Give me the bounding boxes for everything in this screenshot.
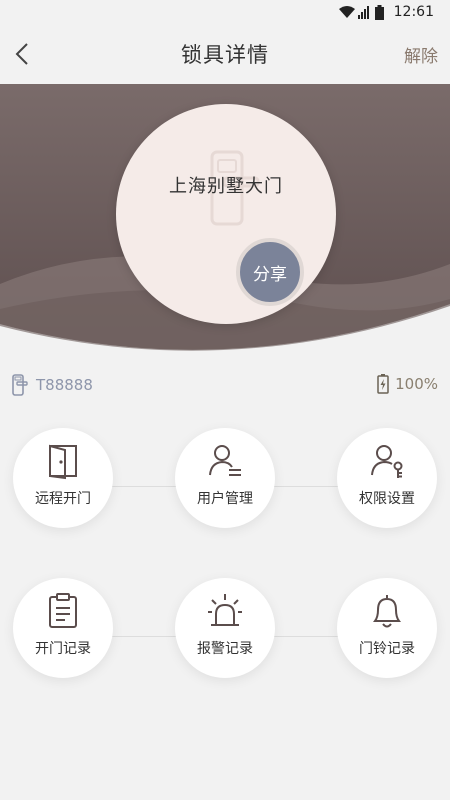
- doorbell-records-button[interactable]: 门铃记录: [337, 578, 437, 678]
- remote-unlock-label: 远程开门: [35, 491, 91, 507]
- wifi-icon: [338, 6, 355, 18]
- status-icons: [338, 4, 384, 20]
- share-button[interactable]: 分享: [236, 238, 304, 306]
- lock-device-icon: [12, 374, 28, 396]
- battery-status-icon: [374, 4, 384, 20]
- unlock-records-button[interactable]: 开门记录: [13, 578, 113, 678]
- unlock-records-label: 开门记录: [35, 641, 91, 657]
- share-label: 分享: [253, 264, 287, 285]
- battery-charging-icon: [377, 374, 389, 394]
- page-title: 锁具详情: [181, 43, 269, 67]
- nav-bar: 锁具详情 解除: [0, 24, 450, 84]
- permission-settings-label: 权限设置: [359, 491, 415, 507]
- user-key-icon: [371, 445, 403, 478]
- alarm-records-label: 报警记录: [197, 641, 253, 657]
- lock-name: 上海别墅大门: [169, 176, 283, 197]
- signal-icon: [357, 6, 369, 19]
- alarm-light-icon: [208, 594, 242, 626]
- alarm-records-button[interactable]: 报警记录: [175, 578, 275, 678]
- user-list-icon: [209, 445, 241, 476]
- user-management-label: 用户管理: [197, 491, 253, 507]
- clipboard-icon: [49, 593, 77, 628]
- device-info-row: T88888 100%: [0, 372, 450, 400]
- unbind-button[interactable]: 解除: [404, 42, 438, 67]
- bell-icon: [373, 595, 401, 628]
- device-id: T88888: [12, 374, 93, 396]
- status-time: 12:61: [393, 4, 434, 20]
- status-bar: 12:61: [0, 0, 450, 24]
- device-id-text: T88888: [36, 376, 93, 394]
- permission-settings-button[interactable]: 权限设置: [337, 428, 437, 528]
- lock-circle: [116, 104, 336, 324]
- doorbell-records-label: 门铃记录: [359, 641, 415, 657]
- door-icon: [49, 444, 77, 480]
- user-management-button[interactable]: 用户管理: [175, 428, 275, 528]
- back-arrow-icon[interactable]: [10, 38, 40, 70]
- remote-unlock-button[interactable]: 远程开门: [13, 428, 113, 528]
- lock-battery: 100%: [377, 374, 438, 394]
- battery-level: 100%: [395, 375, 438, 393]
